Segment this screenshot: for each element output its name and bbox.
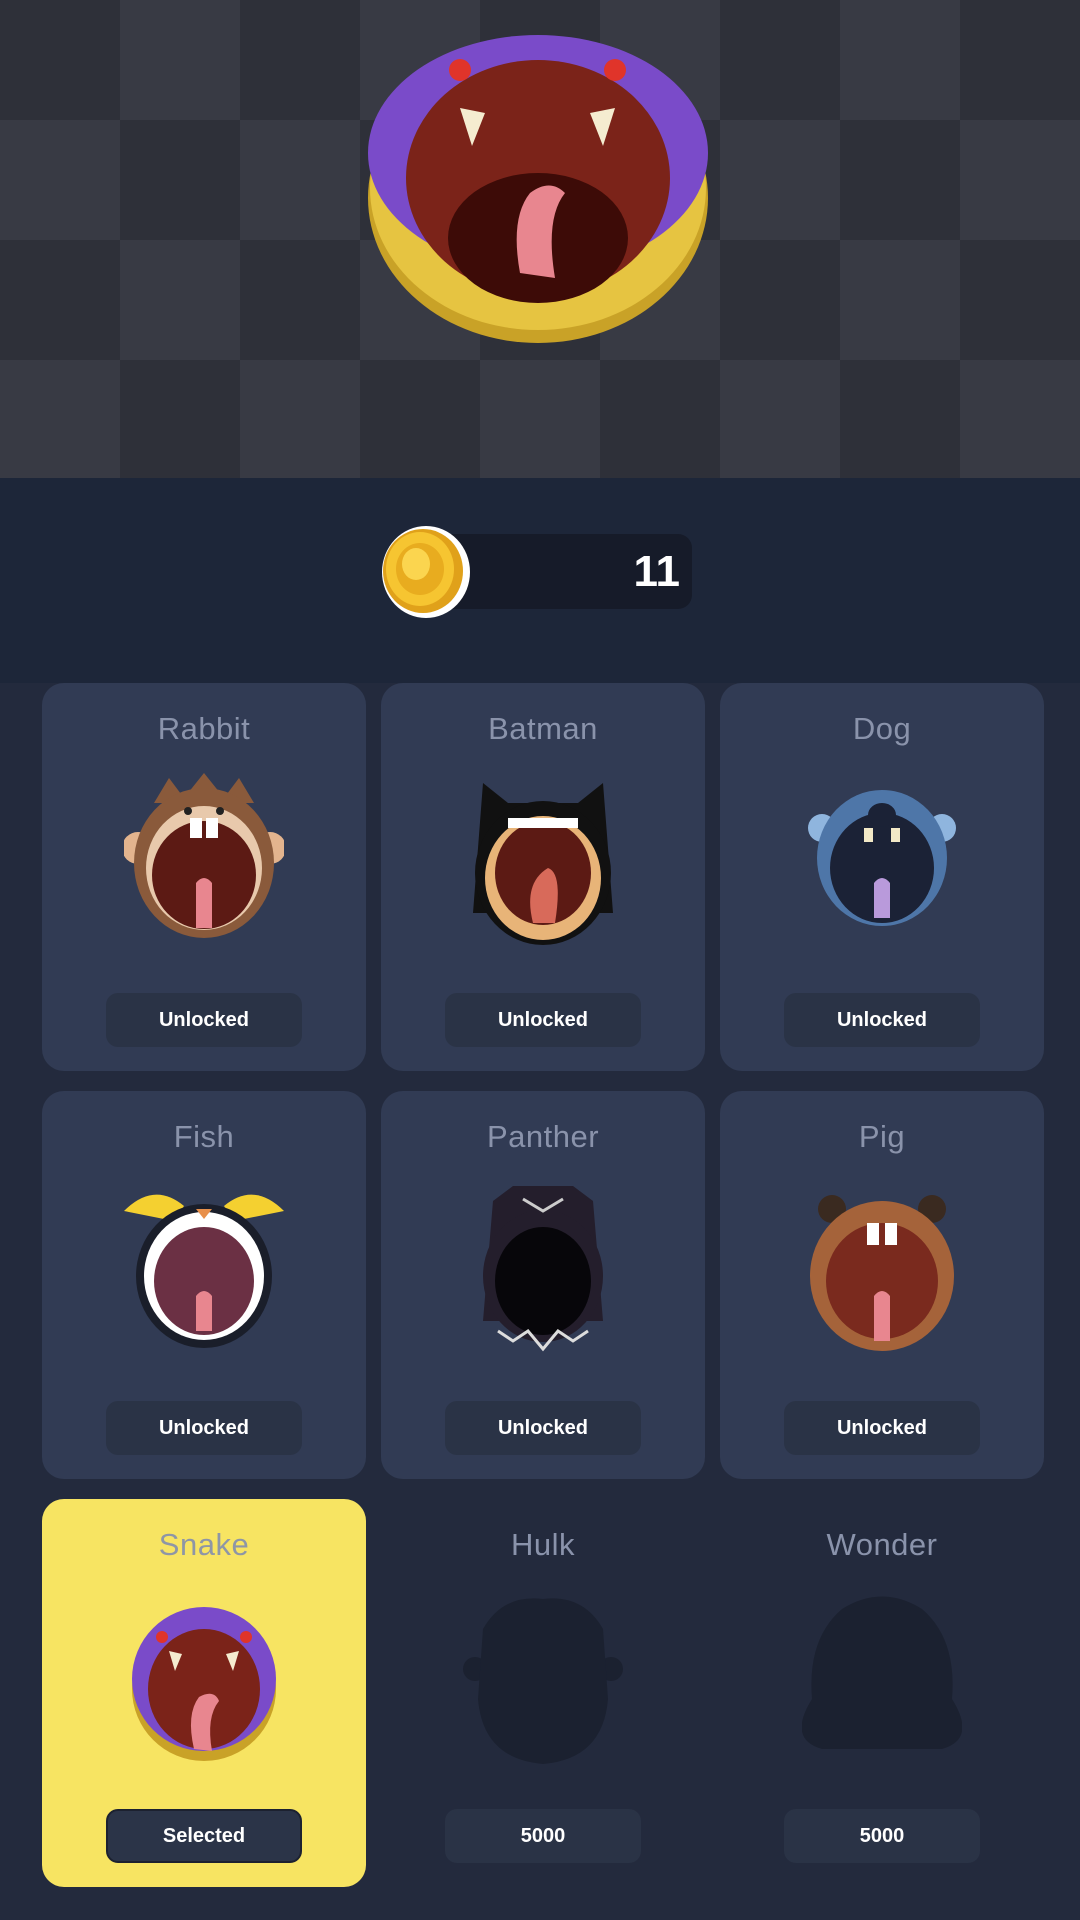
skin-status-button[interactable]: Unlocked [445, 993, 641, 1047]
buy-skin-button[interactable]: 5000 [445, 1809, 641, 1863]
skin-card-fish[interactable]: Fish Unlocked [42, 1091, 366, 1479]
panther-avatar [483, 1186, 603, 1352]
skin-card-hulk[interactable]: Hulk 5000 [381, 1499, 705, 1887]
rabbit-avatar [124, 773, 284, 938]
skin-name: Pig [858, 1119, 906, 1154]
skin-name: Rabbit [157, 711, 251, 746]
skin-card-batman[interactable]: Batman Unlocked [381, 683, 705, 1071]
skin-card-dog[interactable]: Dog Unlocked [720, 683, 1044, 1071]
snake-preview-avatar [368, 35, 708, 343]
skin-name: Wonder [826, 1527, 938, 1562]
skin-name: Hulk [510, 1527, 575, 1562]
wonder-silhouette-icon [802, 1596, 962, 1749]
hulk-silhouette-icon [463, 1598, 623, 1764]
coin-icon [382, 526, 470, 618]
skin-card-panther[interactable]: Panther Unlocked [381, 1091, 705, 1479]
coin-count: 11 [633, 547, 680, 596]
skin-name: Snake [158, 1527, 250, 1562]
coin-bar: 11 [0, 478, 1080, 683]
skin-status-button[interactable]: Unlocked [784, 993, 980, 1047]
skin-status-button[interactable]: Unlocked [106, 993, 302, 1047]
skin-status-button[interactable]: Unlocked [106, 1401, 302, 1455]
pig-avatar [810, 1195, 954, 1351]
buy-skin-button[interactable]: 5000 [784, 1809, 980, 1863]
dog-avatar [808, 790, 956, 926]
skin-name: Panther [486, 1119, 600, 1154]
batman-avatar [473, 783, 613, 945]
skin-status-button[interactable]: Selected [106, 1809, 302, 1863]
fish-avatar [124, 1194, 284, 1348]
skins-grid: Rabbit Unlocked Batman Unlocked Dog Unlo… [0, 683, 1080, 1920]
skin-name: Fish [173, 1119, 235, 1154]
skin-name: Dog [852, 711, 912, 746]
skin-card-rabbit[interactable]: Rabbit Unlocked [42, 683, 366, 1071]
skin-name: Batman [488, 711, 598, 746]
skin-status-button[interactable]: Unlocked [784, 1401, 980, 1455]
skin-status-button[interactable]: Unlocked [445, 1401, 641, 1455]
skin-card-wonder[interactable]: Wonder 5000 [720, 1499, 1044, 1887]
skin-card-pig[interactable]: Pig Unlocked [720, 1091, 1044, 1479]
skin-card-snake[interactable]: Snake Selected [42, 1499, 366, 1887]
snake-avatar [132, 1607, 276, 1761]
skin-preview-area [0, 0, 1080, 478]
